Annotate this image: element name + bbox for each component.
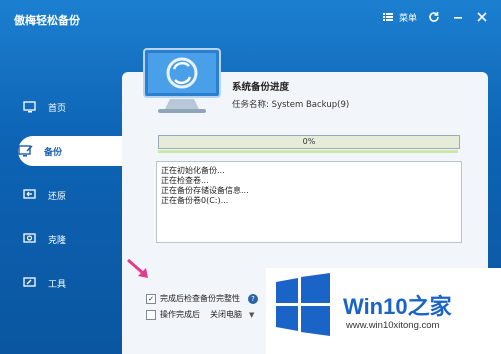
watermark-url: www.win10xitong.com bbox=[346, 320, 440, 331]
help-icon[interactable]: ? bbox=[248, 293, 258, 304]
watermark-brand-en: Win10 bbox=[343, 294, 408, 319]
backup-icon bbox=[18, 143, 34, 159]
secondary-progress-bar bbox=[158, 150, 458, 153]
after-operation-checkbox[interactable] bbox=[146, 309, 156, 320]
watermark-brand-zh: 之家 bbox=[407, 294, 452, 319]
restore-icon bbox=[22, 187, 38, 203]
sidebar-item-label: 克隆 bbox=[48, 235, 67, 246]
verify-option: ✓ 完成后检查备份完整性 ? bbox=[146, 293, 258, 304]
verify-label: 完成后检查备份完整性 bbox=[160, 294, 240, 303]
sidebar-item-label: 还原 bbox=[48, 191, 67, 202]
sidebar-item-label: 工具 bbox=[48, 279, 67, 290]
pointer-arrow-icon bbox=[126, 258, 152, 282]
close-icon[interactable] bbox=[475, 10, 489, 24]
backup-monitor-illustration bbox=[138, 45, 226, 117]
menu-button[interactable]: 菜单 bbox=[381, 10, 417, 24]
log-box[interactable]: 正在初始化备份... 正在检查卷... 正在备份存储设备信息... 正在备份卷0… bbox=[156, 161, 462, 243]
sidebar: 首页 备份 还原 克隆 工具 bbox=[0, 70, 122, 354]
minimize-icon[interactable] bbox=[451, 10, 465, 24]
sidebar-item-home[interactable]: 首页 bbox=[22, 92, 122, 122]
sidebar-item-label: 备份 bbox=[44, 147, 63, 158]
tools-icon bbox=[22, 275, 38, 291]
log-line: 正在备份存储设备信息... bbox=[161, 186, 249, 195]
progress-text: 0% bbox=[302, 137, 316, 146]
page-title: 系统备份进度 bbox=[232, 82, 290, 93]
progress-bar: 0% bbox=[158, 135, 460, 149]
log-line: 正在检查卷... bbox=[161, 176, 209, 185]
refresh-icon[interactable] bbox=[427, 10, 441, 24]
windows-logo-icon bbox=[272, 272, 334, 338]
clone-icon bbox=[22, 231, 38, 247]
log-line: 正在初始化备份... bbox=[161, 166, 225, 175]
title-bar: 傲梅轻松备份 菜单 bbox=[0, 0, 501, 40]
log-line: 正在备份卷0(C:)... bbox=[161, 196, 229, 205]
app-window: 傲梅轻松备份 菜单 首页 备份 还原 克隆 工具 系统备份进度 任务名称: Sy… bbox=[0, 0, 501, 354]
app-title: 傲梅轻松备份 bbox=[14, 14, 80, 27]
menu-icon bbox=[381, 10, 395, 24]
menu-label: 菜单 bbox=[398, 13, 417, 24]
sidebar-item-restore[interactable]: 还原 bbox=[22, 180, 122, 210]
after-operation-select[interactable]: 关闭电脑 bbox=[210, 309, 242, 320]
sidebar-item-clone[interactable]: 克隆 bbox=[22, 224, 122, 254]
sidebar-item-label: 首页 bbox=[48, 103, 67, 114]
after-operation-option: 操作完成后 关闭电脑 ▼ bbox=[146, 309, 254, 320]
task-name-label: 任务名称: System Backup(9) bbox=[232, 100, 350, 110]
watermark-brand: Win10之家 bbox=[343, 289, 452, 321]
sidebar-item-backup[interactable]: 备份 bbox=[18, 136, 122, 166]
title-bar-controls: 菜单 bbox=[381, 10, 489, 24]
sidebar-item-tools[interactable]: 工具 bbox=[22, 268, 122, 298]
home-monitor-icon bbox=[22, 99, 38, 115]
chevron-down-icon[interactable]: ▼ bbox=[249, 311, 254, 319]
verify-checkbox[interactable]: ✓ bbox=[146, 293, 156, 304]
after-operation-label: 操作完成后 bbox=[160, 310, 200, 319]
